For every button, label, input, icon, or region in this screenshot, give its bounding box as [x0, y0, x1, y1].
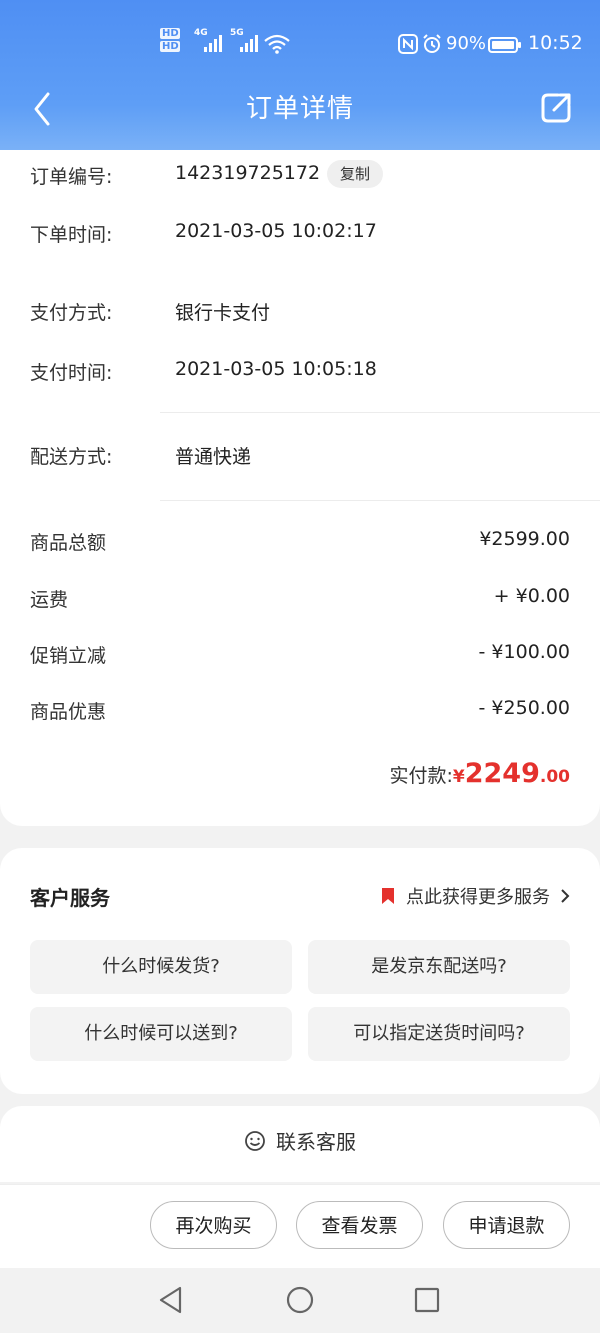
alarm-icon [423, 34, 441, 53]
more-services-label: 点此获得更多服务 [406, 887, 550, 908]
chevron-right-icon [561, 889, 570, 903]
delivery-label: 配送方式: [30, 446, 113, 468]
system-nav-bar [0, 1268, 600, 1333]
divider [160, 500, 600, 501]
signal-1-label: 4G [194, 28, 208, 38]
header: HD HD 4G 5G 90% 10:52 订单详情 [0, 0, 600, 150]
clock: 10:52 [528, 32, 583, 54]
fee-label-shipping: 运费 [30, 589, 69, 611]
pay-time-label: 支付时间: [30, 362, 113, 384]
hd-indicator: HD HD [160, 28, 180, 54]
contact-service-button[interactable]: 联系客服 [0, 1126, 600, 1155]
question-button[interactable]: 什么时候可以送到? [30, 1007, 292, 1061]
hd-badge-1: HD [160, 28, 180, 39]
order-time-label: 下单时间: [30, 224, 113, 246]
signal-icon: 5G [230, 28, 260, 58]
recent-apps-square-icon[interactable] [414, 1287, 440, 1313]
customer-service-card: 客户服务 点此获得更多服务 什么时候发货? 是发京东配送吗? 什么时候可以送到?… [0, 848, 600, 1094]
page-title: 订单详情 [245, 94, 354, 124]
buy-again-button[interactable]: 再次购买 [150, 1201, 277, 1249]
order-no-value: 142319725172 [175, 162, 321, 184]
battery-icon [488, 37, 521, 53]
status-bar: HD HD 4G 5G 90% 10:52 [0, 22, 600, 66]
more-services-link[interactable]: 点此获得更多服务 [382, 883, 570, 909]
order-time-value: 2021-03-05 10:02:17 [175, 220, 377, 242]
wifi-icon [264, 34, 290, 54]
question-button[interactable]: 什么时候发货? [30, 940, 292, 994]
fee-label-discount: 商品优惠 [30, 701, 107, 723]
question-button[interactable]: 是发京东配送吗? [308, 940, 570, 994]
copy-button[interactable]: 复制 [327, 160, 383, 188]
fee-label-goods-total: 商品总额 [30, 532, 107, 554]
fee-value-shipping: + ¥0.00 [493, 585, 570, 607]
home-circle-icon[interactable] [286, 1286, 314, 1314]
divider [160, 412, 600, 413]
signal-2-label: 5G [230, 28, 244, 38]
signal-icon: 4G [194, 28, 224, 58]
order-no-label: 订单编号: [30, 166, 113, 188]
hd-badge-2: HD [160, 41, 180, 52]
contact-service-label: 联系客服 [276, 1130, 356, 1154]
total-integer: 2249 [464, 758, 540, 789]
action-bar: 再次购买 查看发票 申请退款 [0, 1184, 600, 1269]
total-decimal: .00 [539, 767, 570, 787]
nfc-icon [398, 34, 418, 54]
total-label: 实付款: [389, 765, 453, 787]
pay-method-label: 支付方式: [30, 302, 113, 324]
fee-value-discount: - ¥250.00 [478, 697, 570, 719]
pay-time-value: 2021-03-05 10:05:18 [175, 358, 377, 380]
request-refund-button[interactable]: 申请退款 [443, 1201, 570, 1249]
pay-method-value: 银行卡支付 [175, 302, 271, 324]
total-paid: 实付款:¥2249.00 [389, 758, 570, 798]
fee-value-goods-total: ¥2599.00 [479, 528, 570, 550]
contact-service-area: 联系客服 [0, 1106, 600, 1182]
smile-icon [245, 1131, 265, 1151]
share-icon[interactable] [538, 90, 574, 126]
delivery-value: 普通快递 [175, 446, 252, 468]
back-triangle-icon[interactable] [158, 1286, 184, 1314]
service-title: 客户服务 [30, 886, 110, 910]
bookmark-icon [382, 888, 394, 904]
view-invoice-button[interactable]: 查看发票 [296, 1201, 423, 1249]
battery-percent: 90% [446, 33, 487, 54]
order-detail-card: 订单编号: 142319725172 复制 下单时间: 2021-03-05 1… [0, 150, 600, 826]
question-button[interactable]: 可以指定送货时间吗? [308, 1007, 570, 1061]
fee-label-promotion: 促销立减 [30, 645, 107, 667]
fee-value-promotion: - ¥100.00 [478, 641, 570, 663]
total-currency: ¥ [452, 767, 465, 787]
